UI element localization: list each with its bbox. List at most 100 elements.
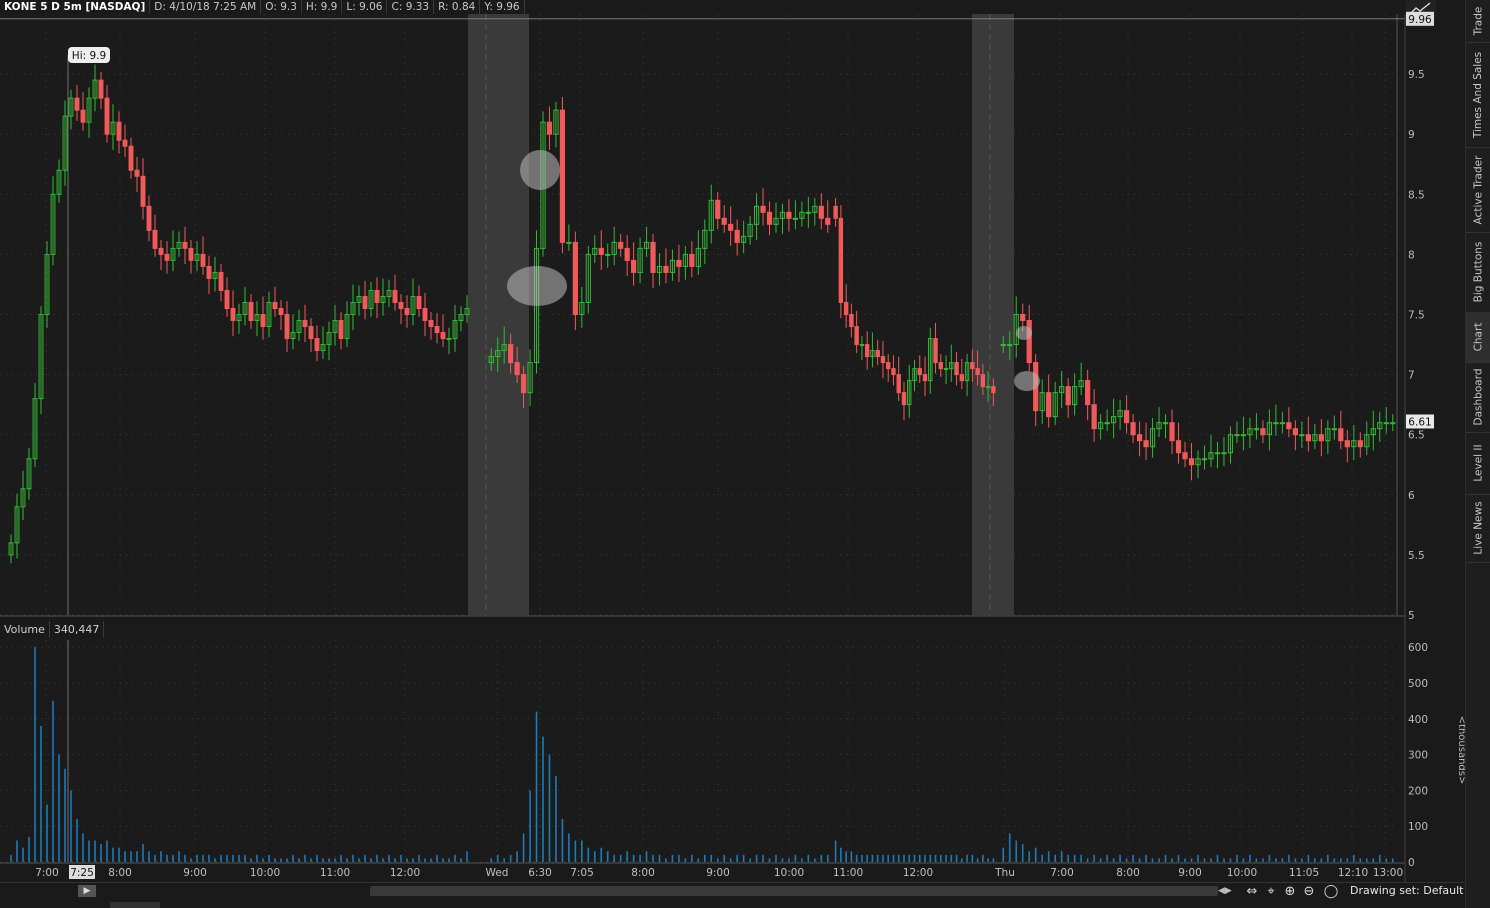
tab-label: Trade	[1472, 6, 1485, 36]
candle-body	[206, 265, 212, 279]
candle-body	[224, 289, 230, 309]
chart-canvas[interactable]: 9.5 9 8.5 8 7.5 7 6.5 6 5.5 5 600 500 400 300 200 100 0 <…	[0, 0, 1465, 882]
volume-bar	[1184, 858, 1186, 862]
candle-body	[284, 314, 290, 340]
tab-chart[interactable]: Chart	[1466, 312, 1490, 363]
candle-body	[1007, 344, 1013, 347]
volume-bar	[639, 854, 641, 862]
volume-bar	[142, 844, 144, 862]
volume-panel-bg	[0, 638, 1405, 863]
time-tick-label: 10:00	[774, 867, 804, 879]
candle-body	[1234, 434, 1240, 437]
candle-body	[434, 326, 440, 334]
tab-times-and-sales[interactable]: Times And Sales	[1466, 42, 1490, 148]
candle-body	[1253, 428, 1260, 431]
volume-bar	[1314, 858, 1316, 862]
time-tick-label: 7:00	[1050, 867, 1074, 879]
candle-body	[1162, 422, 1169, 425]
volume-bar	[645, 851, 648, 862]
candle-body	[676, 259, 682, 267]
candle-body	[1305, 434, 1311, 442]
volume-bar	[10, 854, 12, 862]
volume-bar	[1132, 854, 1134, 862]
volume-bar	[340, 854, 342, 862]
volume-bar	[529, 790, 531, 862]
volume-bar	[908, 854, 911, 862]
volume-bar	[364, 854, 366, 862]
volume-bar	[1047, 851, 1050, 862]
volume-bar	[814, 858, 816, 862]
volume-bar	[208, 854, 210, 862]
scroll-start-button[interactable]: ▶	[78, 885, 96, 897]
footer-tab[interactable]	[110, 902, 160, 908]
volume-tick-label: 200	[1408, 785, 1428, 797]
tab-active-trader[interactable]: Active Trader	[1466, 147, 1490, 233]
volume-bar	[768, 858, 771, 862]
volume-bar	[1262, 858, 1264, 862]
candle-body	[689, 253, 695, 267]
volume-bar	[388, 854, 390, 862]
volume-bar	[292, 854, 294, 862]
drawing-set-selector[interactable]: Drawing set: Default	[1350, 884, 1463, 897]
ellipse-drawing-icon[interactable]: ◯	[1322, 884, 1340, 899]
zoom-out-icon[interactable]: ⊖	[1300, 884, 1318, 899]
volume-bar	[729, 858, 732, 862]
scroll-right-arrow-icon[interactable]: ◀▶	[1218, 885, 1232, 897]
volume-bar	[924, 854, 926, 862]
candle-body	[278, 307, 284, 315]
volume-bar	[866, 854, 868, 862]
candle-body	[854, 326, 859, 346]
volume-bar	[587, 847, 590, 862]
volume-bar	[1307, 854, 1310, 862]
candle-body	[891, 368, 896, 376]
crosshair-icon[interactable]: ⌖	[1262, 884, 1280, 899]
volume-bar	[678, 854, 680, 862]
volume-bar	[1346, 858, 1349, 862]
volume-bar	[184, 854, 186, 862]
price-tick-label: 5	[1408, 610, 1415, 622]
volume-bar	[442, 858, 444, 862]
chart-toolbar: ▶ ◀▶ ⇔ ⌖ ⊕ ⊖ ◯ Drawing set: Default	[0, 882, 1465, 901]
candle-body	[1299, 434, 1305, 437]
tab-big-buttons[interactable]: Big Buttons	[1466, 232, 1490, 313]
volume-bar	[376, 854, 378, 862]
candle-body	[146, 205, 152, 231]
volume-bar	[882, 854, 884, 862]
volume-bar	[1281, 858, 1284, 862]
volume-bar	[807, 854, 810, 862]
annotation-ellipse	[520, 150, 560, 190]
tab-live-news[interactable]: Live News	[1466, 494, 1490, 563]
candle-body	[631, 259, 637, 273]
volume-bar	[1365, 858, 1368, 862]
volume-bar	[202, 854, 204, 862]
volume-bar	[1054, 854, 1056, 862]
tab-level-ii[interactable]: Level II	[1466, 432, 1490, 495]
candle-body	[572, 241, 578, 316]
volume-bar	[522, 833, 525, 862]
candle-body	[1260, 428, 1266, 436]
candle-body	[508, 344, 514, 364]
candle-body	[1130, 422, 1136, 436]
volume-bar	[691, 854, 693, 862]
candle-body	[188, 247, 194, 261]
tab-trade[interactable]: Trade	[1466, 0, 1490, 43]
volume-label: Volume	[0, 621, 50, 638]
volume-bar	[542, 736, 544, 862]
volume-bar	[801, 858, 803, 862]
volume-bar	[1210, 858, 1212, 862]
candle-body	[734, 229, 740, 243]
candle-body	[152, 229, 158, 249]
zoom-in-icon[interactable]: ⊕	[1281, 884, 1299, 899]
time-crosshair-label: 7:25	[70, 867, 94, 879]
volume-bar	[310, 858, 312, 862]
volume-bar	[600, 847, 603, 862]
tab-dashboard[interactable]: Dashboard	[1466, 362, 1490, 433]
volume-value: 340,447	[50, 621, 105, 638]
volume-bar	[1378, 854, 1381, 862]
volume-bar	[1197, 854, 1199, 862]
horizontal-scrollbar[interactable]	[370, 886, 1218, 896]
volume-bar	[436, 854, 438, 862]
time-tick-label: 9:00	[1178, 867, 1202, 879]
pan-arrows-icon[interactable]: ⇔	[1243, 884, 1261, 899]
time-tick-label: 10:00	[250, 867, 280, 879]
